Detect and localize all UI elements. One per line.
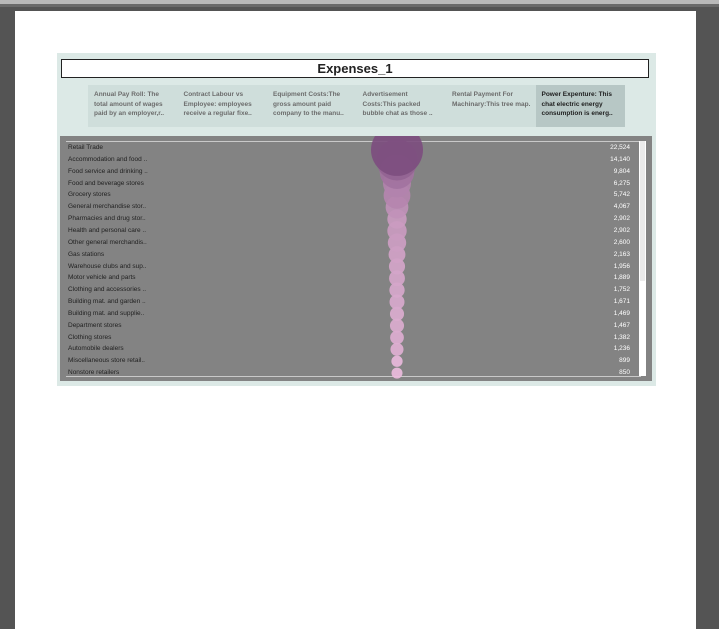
category-label: Other general merchandis..: [68, 238, 147, 246]
value-label: 14,140: [610, 155, 630, 163]
category-label: Accommodation and food ..: [68, 155, 148, 163]
bubble-mark[interactable]: [390, 342, 404, 356]
value-label: 1,469: [613, 309, 630, 317]
category-label: Miscellaneous store retail..: [68, 357, 145, 365]
value-label: 1,382: [613, 333, 630, 341]
category-label: Gas stations: [68, 250, 105, 258]
value-label: 2,902: [613, 215, 630, 223]
story-navigator: Annual Pay Roll: The total amount of wag…: [88, 85, 625, 127]
value-label: 1,889: [613, 274, 630, 282]
value-label: 4,067: [613, 203, 630, 211]
value-label: 2,163: [613, 250, 630, 258]
category-label: Automobile dealers: [68, 345, 124, 353]
chart-scrollbar[interactable]: [639, 141, 646, 376]
story-tab-advertisement-costs[interactable]: Advertisement Costs:This packed bubble c…: [356, 85, 446, 127]
category-label: General merchandise stor..: [68, 203, 147, 211]
story-tab-annual-pay-roll[interactable]: Annual Pay Roll: The total amount of wag…: [88, 85, 178, 127]
bubble-mark[interactable]: [371, 136, 423, 176]
value-label: 2,600: [613, 238, 630, 246]
bubble-mark[interactable]: [391, 355, 403, 367]
category-label: Department stores: [68, 321, 122, 329]
category-label: Warehouse clubs and sup..: [68, 262, 147, 270]
value-label: 1,467: [613, 321, 630, 329]
bubble-mark[interactable]: [391, 367, 403, 379]
story-tab-contract-labour[interactable]: Contract Labour vs Employee: employees r…: [177, 85, 267, 127]
category-label: Food service and drinking ..: [68, 167, 148, 175]
story-tab-rental-payment[interactable]: Rental Payment For Machinary:This tree m…: [446, 85, 536, 127]
category-label: Clothing stores: [68, 333, 112, 341]
value-label: 2,902: [613, 226, 630, 234]
category-label: Building mat. and garden ..: [68, 298, 146, 306]
value-label: 5,742: [613, 191, 630, 199]
value-label: 899: [619, 357, 630, 365]
chart-scrollbar-thumb[interactable]: [640, 141, 645, 281]
value-label: 9,804: [613, 167, 630, 175]
value-label: 6,275: [613, 179, 630, 187]
value-label: 1,671: [613, 298, 630, 306]
value-label: 1,956: [613, 262, 630, 270]
category-label: Health and personal care ..: [68, 226, 147, 234]
value-label: 22,524: [610, 144, 630, 151]
category-label: Pharmacies and drug stor..: [68, 215, 146, 223]
story-tab-power-expenditure[interactable]: Power Expenture: This chat electric ener…: [535, 85, 625, 127]
category-label: Clothing and accessories ..: [68, 286, 147, 294]
window-top-bar-shadow: [0, 4, 719, 7]
dashboard-title: Expenses_1: [61, 59, 649, 78]
dashboard-panel: Expenses_1 Annual Pay Roll: The total am…: [57, 53, 656, 386]
value-label: 850: [619, 369, 630, 377]
value-label: 1,236: [613, 345, 630, 353]
category-label: Nonstore retailers: [68, 369, 120, 377]
category-label: Retail Trade: [68, 144, 104, 151]
category-label: Food and beverage stores: [68, 179, 144, 187]
story-tab-equipment-costs[interactable]: Equipment Costs:The gross amount paid co…: [267, 85, 357, 127]
report-page: Expenses_1 Annual Pay Roll: The total am…: [15, 11, 696, 629]
bubble-chart: Retail Trade 22,524 Accommodation and food…: [60, 136, 652, 381]
value-label: 1,752: [613, 286, 630, 294]
category-label: Grocery stores: [68, 191, 111, 199]
category-label: Building mat. and supplie..: [68, 309, 145, 317]
bubble-layer: [371, 136, 423, 379]
category-label: Motor vehicle and parts: [68, 274, 136, 282]
